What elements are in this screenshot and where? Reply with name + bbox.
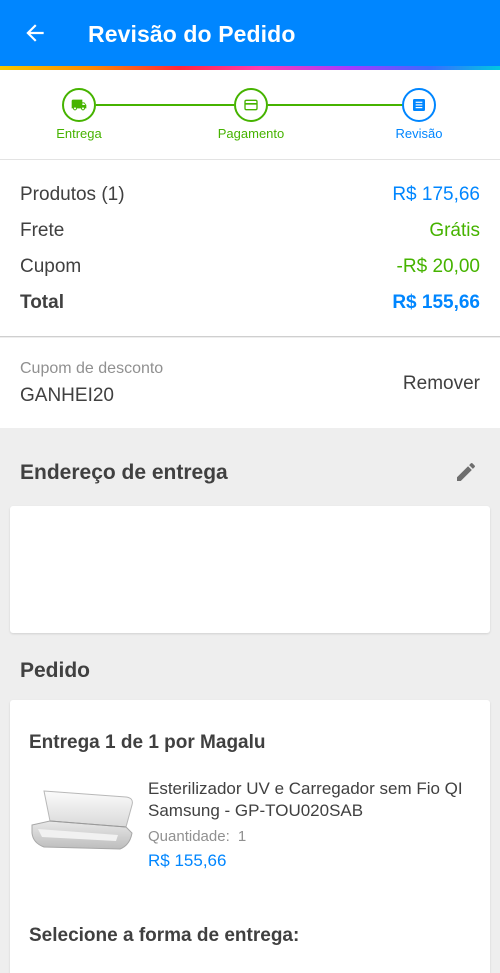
- edit-pencil-icon[interactable]: [454, 460, 478, 484]
- products-label: Produtos (1): [20, 184, 125, 205]
- discount-coupon-section: Cupom de desconto GANHEI20 Remover: [0, 338, 500, 428]
- step-pagamento[interactable]: [234, 88, 268, 122]
- step-entrega[interactable]: [62, 88, 96, 122]
- product-price: R$ 155,66: [148, 851, 227, 870]
- order-summary: Produtos (1) R$ 175,66 Frete Grátis Cupo…: [0, 160, 500, 337]
- delivery-title: Entrega 1 de 1 por Magalu: [29, 732, 266, 753]
- address-card[interactable]: [10, 506, 490, 633]
- order-section-title: Pedido: [20, 659, 91, 682]
- app-bar: Revisão do Pedido: [0, 0, 500, 66]
- truck-icon: [71, 99, 87, 111]
- step-connector: [96, 104, 234, 106]
- products-value: R$ 175,66: [392, 184, 480, 205]
- list-icon: [413, 99, 425, 111]
- shipping-method-title: Selecione a forma de entrega:: [29, 925, 300, 946]
- address-section-title: Endereço de entrega: [20, 461, 228, 484]
- product-image: [31, 790, 133, 850]
- product-name[interactable]: Esterilizador UV e Carregador sem Fio QI…: [148, 778, 478, 822]
- step-label-pagamento: Pagamento: [217, 126, 285, 141]
- coupon-label: Cupom: [20, 256, 82, 277]
- shipping-label: Frete: [20, 220, 65, 241]
- back-arrow-icon[interactable]: [22, 20, 48, 46]
- card-icon: [244, 99, 258, 111]
- total-label: Total: [20, 292, 64, 313]
- product-quantity: Quantidade: 1: [148, 828, 246, 845]
- step-label-entrega: Entrega: [56, 126, 102, 141]
- coupon-code: GANHEI20: [20, 385, 114, 406]
- step-revisao[interactable]: [402, 88, 436, 122]
- checkout-stepper: Entrega Pagamento Revisão: [0, 70, 500, 160]
- remove-coupon-button[interactable]: Remover: [403, 373, 480, 395]
- total-value: R$ 155,66: [392, 292, 480, 313]
- coupon-value: -R$ 20,00: [396, 256, 480, 277]
- coupon-field-label: Cupom de desconto: [20, 360, 164, 377]
- quantity-value: 1: [237, 828, 247, 845]
- quantity-label: Quantidade:: [148, 828, 230, 845]
- step-label-revisao: Revisão: [395, 126, 443, 141]
- order-card: Entrega 1 de 1 por Magalu Esterilizador …: [10, 700, 490, 973]
- shipping-value: Grátis: [429, 220, 480, 241]
- step-connector: [268, 104, 404, 106]
- page-title: Revisão do Pedido: [88, 21, 296, 47]
